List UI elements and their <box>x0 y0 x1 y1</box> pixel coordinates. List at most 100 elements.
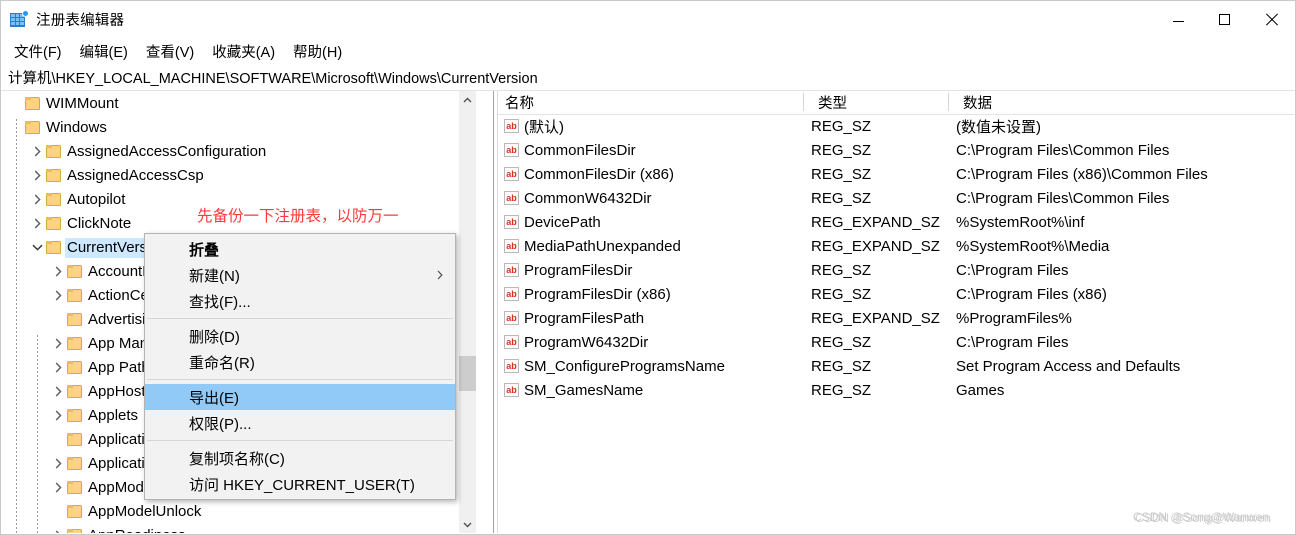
menu-item-help[interactable]: 帮助(H) <box>284 38 351 65</box>
context-menu-item-label: 权限(P)... <box>189 415 252 433</box>
minimize-button[interactable] <box>1155 1 1201 38</box>
csdn-watermark: CSDN @Song@Wanwen CSDN @Song@Wanwen <box>1133 510 1271 525</box>
context-menu-item-label: 新建(N) <box>189 267 240 285</box>
table-row[interactable]: CommonFilesDir REG_SZ C:\Program Files\Com… <box>498 138 1294 162</box>
context-menu-item-8[interactable]: 访问 HKEY_CURRENT_USER(T) <box>145 471 455 497</box>
folder-icon <box>46 192 61 206</box>
value-name: ProgramW6432Dir <box>524 333 649 351</box>
string-value-icon <box>504 119 519 133</box>
scroll-down-arrow[interactable] <box>459 516 476 533</box>
context-menu-separator <box>147 379 453 380</box>
table-row[interactable]: DevicePath REG_EXPAND_SZ %SystemRoot%\inf <box>498 210 1294 234</box>
value-type: REG_EXPAND_SZ <box>811 309 940 327</box>
chevron-right-icon[interactable] <box>29 139 46 163</box>
chevron-down-icon[interactable] <box>29 235 46 259</box>
string-value-icon <box>504 383 519 397</box>
value-type: REG_SZ <box>811 141 872 159</box>
context-menu-item-4[interactable]: 重命名(R) <box>145 349 455 375</box>
folder-icon <box>67 408 82 422</box>
value-name: ProgramFilesDir (x86) <box>524 285 671 303</box>
value-data: C:\Program Files\Common Files <box>956 141 1170 159</box>
tree-item-appmodelunlock[interactable]: AppModelUnlock <box>2 499 476 523</box>
value-type: REG_SZ <box>811 333 872 351</box>
column-header-name[interactable]: 名称 <box>498 91 811 114</box>
tree-item-label: AssignedAccessConfiguration <box>67 142 267 160</box>
submenu-chevron-icon <box>437 262 443 288</box>
column-header-type[interactable]: 类型 <box>811 91 956 114</box>
value-name: ProgramFilesPath <box>524 309 645 327</box>
chevron-right-icon[interactable] <box>50 523 67 533</box>
value-data: C:\Program Files (x86)\Common Files <box>956 165 1208 183</box>
menu-item-favorites[interactable]: 收藏夹(A) <box>203 38 284 65</box>
column-header-data[interactable]: 数据 <box>956 91 1294 114</box>
table-row[interactable]: ProgramFilesDir REG_SZ C:\Program Files <box>498 258 1294 282</box>
context-menu-item-5[interactable]: 导出(E) <box>145 384 455 410</box>
chevron-right-icon[interactable] <box>50 403 67 427</box>
menu-item-file[interactable]: 文件(F) <box>5 38 71 65</box>
context-menu-item-3[interactable]: 删除(D) <box>145 323 455 349</box>
context-menu-item-1[interactable]: 新建(N) <box>145 262 455 288</box>
chevron-right-icon[interactable] <box>50 259 67 283</box>
value-name: CommonW6432Dir <box>524 189 652 207</box>
chevron-right-icon[interactable] <box>29 187 46 211</box>
registry-values-pane: 名称 类型 数据 (默认) REG_SZ (数值未设置) CommonFilesDir… <box>498 91 1294 533</box>
chevron-right-icon[interactable] <box>50 451 67 475</box>
context-menu: 折叠新建(N) 查找(F)... 删除(D) 重命名(R) 导出(E) 权限(P)... 复… <box>144 233 456 500</box>
watermark-text-shadow: CSDN @Song@Wanwen <box>1135 511 1271 525</box>
tree-item-appreadiness[interactable]: AppReadiness <box>2 523 476 533</box>
value-data: C:\Program Files\Common Files <box>956 189 1170 207</box>
context-menu-item-7[interactable]: 复制项名称(C) <box>145 445 455 471</box>
table-row[interactable]: (默认) REG_SZ (数值未设置) <box>498 114 1294 138</box>
table-row[interactable]: SM_GamesName REG_SZ Games <box>498 378 1294 402</box>
context-menu-item-2[interactable]: 查找(F)... <box>145 288 455 314</box>
chevron-right-icon[interactable] <box>29 211 46 235</box>
tree-scrollbar[interactable] <box>458 91 476 533</box>
tree-item-label: ClickNote <box>67 214 132 232</box>
value-data: (数值未设置) <box>956 118 1041 136</box>
folder-icon <box>46 216 61 230</box>
scroll-up-arrow[interactable] <box>459 91 476 108</box>
table-row[interactable]: ProgramW6432Dir REG_SZ C:\Program Files <box>498 330 1294 354</box>
value-type: REG_SZ <box>811 357 872 375</box>
scrollbar-thumb[interactable] <box>459 356 476 391</box>
chevron-right-icon[interactable] <box>29 163 46 187</box>
value-name: SM_GamesName <box>524 381 644 399</box>
context-menu-item-label: 重命名(R) <box>189 354 255 372</box>
chevron-right-icon[interactable] <box>50 475 67 499</box>
tree-item-assignedaccesscsp[interactable]: AssignedAccessCsp <box>2 163 476 187</box>
maximize-button[interactable] <box>1201 1 1247 38</box>
folder-icon <box>67 432 82 446</box>
tree-item-wimmount[interactable]: WIMMount <box>2 91 476 115</box>
context-menu-item-label: 导出(E) <box>189 389 239 407</box>
close-button[interactable] <box>1247 1 1295 38</box>
chevron-right-icon[interactable] <box>50 355 67 379</box>
table-row[interactable]: MediaPathUnexpanded REG_EXPAND_SZ %SystemR… <box>498 234 1294 258</box>
context-menu-item-0[interactable]: 折叠 <box>145 236 455 262</box>
tree-item-windows[interactable]: Windows <box>2 115 476 139</box>
table-row[interactable]: ProgramFilesPath REG_EXPAND_SZ %ProgramFil… <box>498 306 1294 330</box>
table-row[interactable]: ProgramFilesDir (x86) REG_SZ C:\Program Fi… <box>498 282 1294 306</box>
menu-item-edit[interactable]: 编辑(E) <box>71 38 137 65</box>
folder-icon <box>67 336 82 350</box>
table-row[interactable]: CommonFilesDir (x86) REG_SZ C:\Program Fil… <box>498 162 1294 186</box>
value-name: SM_ConfigureProgramsName <box>524 357 725 375</box>
chevron-right-icon[interactable] <box>50 283 67 307</box>
value-name: (默认) <box>524 118 564 136</box>
tree-item-label: Autopilot <box>67 190 126 208</box>
chevron-right-icon[interactable] <box>50 379 67 403</box>
value-type: REG_EXPAND_SZ <box>811 237 940 255</box>
table-row[interactable]: CommonW6432Dir REG_SZ C:\Program Files\Com… <box>498 186 1294 210</box>
tree-item-assignedaccessconfiguration[interactable]: AssignedAccessConfiguration <box>2 139 476 163</box>
address-bar[interactable]: 计算机\HKEY_LOCAL_MACHINE\SOFTWARE\Microsof… <box>1 65 1295 91</box>
value-name: ProgramFilesDir <box>524 261 633 279</box>
context-menu-item-6[interactable]: 权限(P)... <box>145 410 455 436</box>
table-row[interactable]: SM_ConfigureProgramsName REG_SZ Set Progra… <box>498 354 1294 378</box>
tree-item-label: AppHost <box>88 382 146 400</box>
value-data: %SystemRoot%\Media <box>956 237 1110 255</box>
list-header: 名称 类型 数据 <box>498 91 1294 115</box>
tree-item-label: Applets <box>88 406 139 424</box>
menu-item-view[interactable]: 查看(V) <box>137 38 203 65</box>
chevron-right-icon[interactable] <box>50 331 67 355</box>
